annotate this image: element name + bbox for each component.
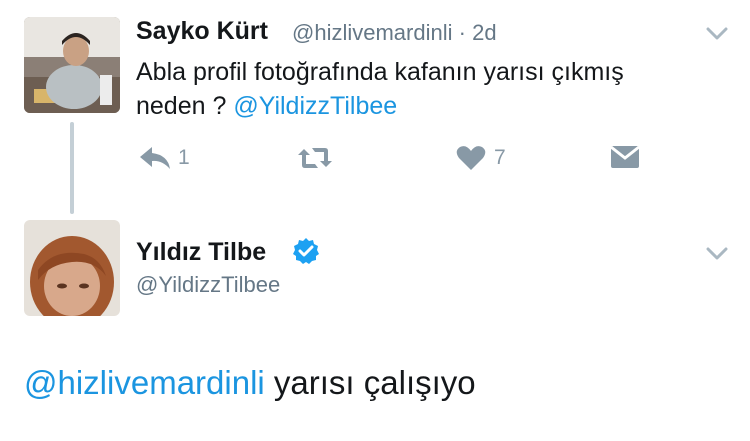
tweet2-display-name[interactable]: Yıldız Tilbe (136, 238, 266, 267)
retweet-button[interactable] (296, 145, 334, 171)
tweet1-separator: · (458, 20, 466, 45)
heart-icon (456, 146, 486, 170)
avatar-sayko-image (24, 17, 120, 113)
tweet1-text: Abla profil fotoğrafında kafanın yarısı … (136, 55, 726, 123)
reply-count: 1 (178, 146, 190, 169)
chevron-down-icon[interactable] (706, 247, 728, 261)
direct-message-icon (610, 145, 640, 168)
direct-message-button[interactable] (610, 145, 640, 169)
tweet2-reply-text: yarısı çalışıyo (273, 364, 476, 401)
tweet1-text-line2: neden ? @YildizzTilbee (136, 89, 726, 123)
reply-button[interactable]: 1 (138, 145, 190, 171)
verified-badge-icon (293, 238, 319, 264)
like-count: 7 (494, 146, 506, 169)
tweet2-text: @hizlivemardinli yarısı çalışıyo (24, 364, 476, 402)
tweet2-handle[interactable]: @YildizzTilbee (136, 272, 280, 298)
thread-connector-line (70, 122, 74, 214)
retweet-icon (298, 148, 332, 168)
reply-icon (140, 147, 170, 169)
tweet1-handle[interactable]: @hizlivemardinli · 2d (292, 20, 497, 46)
tweet1-text-line1: Abla profil fotoğrafında kafanın yarısı … (136, 58, 624, 86)
tweet1-handle-text[interactable]: @hizlivemardinli (292, 20, 453, 45)
avatar-sayko[interactable] (24, 17, 120, 113)
tweet1-timestamp[interactable]: 2d (472, 20, 496, 45)
tweet1-mention-link[interactable]: @YildizzTilbee (233, 92, 397, 120)
tweet1-text-prefix: neden ? (136, 92, 227, 120)
like-button[interactable]: 7 (456, 145, 506, 171)
chevron-down-icon[interactable] (706, 27, 728, 41)
tweet2-mention-link[interactable]: @hizlivemardinli (24, 364, 265, 401)
avatar-yildiz[interactable] (24, 220, 120, 316)
avatar-yildiz-image (24, 220, 120, 316)
tweet1-display-name[interactable]: Sayko Kürt (136, 17, 268, 46)
